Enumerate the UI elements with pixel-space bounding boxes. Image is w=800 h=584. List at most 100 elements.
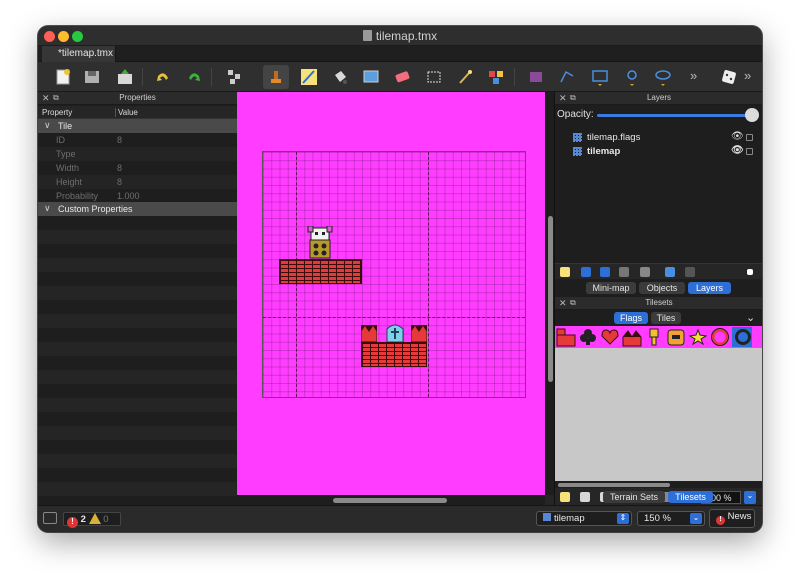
map-horizontal-scrollbar[interactable] (237, 495, 545, 505)
property-column-header[interactable]: Property (42, 108, 72, 117)
undo-icon[interactable] (154, 68, 172, 86)
terrain-brush-icon[interactable] (300, 68, 318, 86)
more-icon[interactable]: » (744, 68, 762, 86)
scrollbar-thumb[interactable] (548, 216, 553, 382)
tileset-zoom-dropdown[interactable]: ⌄ (744, 491, 756, 504)
tile-chest-icon[interactable] (666, 327, 686, 347)
tab-terrain-sets[interactable]: Terrain Sets (603, 491, 665, 503)
tile-heart-icon[interactable] (600, 327, 620, 347)
tab-flags[interactable]: Flags (614, 312, 648, 324)
close-panel-icon[interactable]: ✕ (559, 298, 567, 309)
document-tab[interactable]: *tilemap.tmx (42, 46, 116, 62)
point-object-icon[interactable] (623, 68, 641, 86)
map-vertical-scrollbar[interactable] (545, 92, 554, 495)
move-layer-up-icon[interactable] (581, 267, 591, 277)
tileset-view[interactable] (555, 348, 762, 481)
property-group-tile[interactable]: ∨ Tile (38, 119, 237, 133)
tile-ring-blue-icon[interactable] (732, 327, 752, 347)
tab-minimap[interactable]: Mini-map (586, 282, 636, 294)
select-same-icon[interactable] (487, 68, 505, 86)
properties-panel: ✕ ⧉ Properties Property Value ∨ Tile ID 8… (38, 92, 237, 532)
opacity-slider-knob[interactable] (745, 108, 759, 122)
map-canvas[interactable] (237, 92, 545, 495)
property-group-custom[interactable]: ∨ Custom Properties (38, 202, 237, 216)
layer-row-tilemap[interactable]: tilemap 👁 (573, 145, 761, 159)
property-row[interactable]: Width 8 (38, 161, 237, 175)
float-panel-icon[interactable]: ⧉ (53, 93, 59, 103)
news-label: News (727, 511, 752, 522)
property-row[interactable]: Probability 1.000 (38, 189, 237, 203)
new-icon[interactable] (54, 68, 72, 86)
opacity-slider[interactable] (597, 114, 751, 117)
ellipse-object-icon[interactable] (654, 68, 672, 86)
more-icon[interactable]: » (690, 68, 708, 86)
tab-tilesets[interactable]: Tilesets (668, 491, 713, 503)
scrollbar-thumb[interactable] (558, 483, 670, 487)
tab-layers[interactable]: Layers (688, 282, 731, 294)
eraser-icon[interactable] (393, 68, 411, 86)
tab-objects[interactable]: Objects (639, 282, 685, 294)
save-icon[interactable] (83, 68, 101, 86)
embed-tileset-icon[interactable] (580, 492, 590, 502)
property-row[interactable]: ID 8 (38, 133, 237, 147)
tab-tiles[interactable]: Tiles (651, 312, 681, 324)
layer-select[interactable]: tilemap ⇕ (536, 511, 632, 526)
dice-icon[interactable] (720, 68, 738, 86)
news-button[interactable]: ! News (709, 509, 755, 528)
tile-layer-icon (543, 513, 551, 521)
close-panel-icon[interactable]: ✕ (559, 93, 567, 104)
chevron-down-icon[interactable]: ⌄ (746, 311, 755, 324)
window-title: tilemap.tmx (375, 29, 438, 43)
tile-club-icon[interactable] (578, 327, 598, 347)
close-panel-icon[interactable]: ✕ (42, 93, 50, 104)
tile-ring-icon[interactable] (710, 327, 730, 347)
float-panel-icon[interactable]: ⧉ (570, 93, 576, 103)
stamp-brush-icon[interactable] (263, 65, 289, 89)
property-row[interactable]: Type (38, 147, 237, 161)
tilemap-grid[interactable] (262, 151, 526, 398)
layers-toolbar (555, 263, 762, 279)
eye-icon[interactable]: 👁 (731, 145, 744, 156)
shape-fill-icon[interactable] (362, 68, 380, 86)
property-value: 8 (117, 163, 123, 173)
bucket-fill-icon[interactable] (331, 68, 349, 86)
redo-icon[interactable] (185, 68, 203, 86)
new-layer-icon[interactable] (560, 267, 570, 277)
issues-button[interactable]: ! 2 0 (63, 512, 121, 528)
tilesets-panel-header: ✕ ⧉ Tilesets (555, 297, 762, 310)
lock-icon[interactable] (746, 148, 753, 155)
random-mode-icon[interactable] (226, 68, 244, 86)
delete-layer-icon[interactable] (640, 267, 650, 277)
opacity-row: Opacity: (555, 106, 762, 124)
layer-row-flags[interactable]: tilemap.flags 👁 (573, 131, 761, 145)
eye-icon[interactable]: 👁 (731, 131, 744, 142)
zoom-select[interactable]: 150 % ⌄ (637, 511, 705, 526)
tile-spike-icon[interactable] (622, 327, 642, 347)
tileset-horizontal-scrollbar[interactable] (555, 481, 762, 488)
scrollbar-thumb[interactable] (333, 498, 447, 503)
polygon-icon[interactable] (558, 68, 576, 86)
highlight-layer-icon[interactable] (747, 269, 753, 275)
tile-star-icon[interactable] (688, 327, 708, 347)
duplicate-layer-icon[interactable] (619, 267, 629, 277)
move-layer-down-icon[interactable] (600, 267, 610, 277)
tile-object-icon[interactable] (527, 68, 545, 86)
opacity-label: Opacity: (557, 109, 594, 120)
magic-wand-icon[interactable] (456, 68, 474, 86)
gravestone-icon (386, 324, 404, 342)
export-icon[interactable] (116, 68, 134, 86)
value-column-header[interactable]: Value (115, 108, 138, 117)
new-tileset-icon[interactable] (560, 492, 570, 502)
lock-layer-icon[interactable] (685, 267, 695, 277)
tile-brick-icon[interactable] (556, 327, 576, 347)
tileset-flags-strip[interactable] (555, 326, 762, 348)
lock-icon[interactable] (746, 134, 753, 141)
rect-object-icon[interactable] (591, 68, 609, 86)
layer-visibility-icon[interactable] (665, 267, 675, 277)
tile-key-icon[interactable] (644, 327, 664, 347)
toggle-panel-icon[interactable] (43, 512, 57, 524)
rect-select-icon[interactable] (425, 68, 443, 86)
property-row[interactable]: Height 8 (38, 175, 237, 189)
float-panel-icon[interactable]: ⧉ (570, 298, 576, 308)
empty-row (38, 300, 237, 314)
